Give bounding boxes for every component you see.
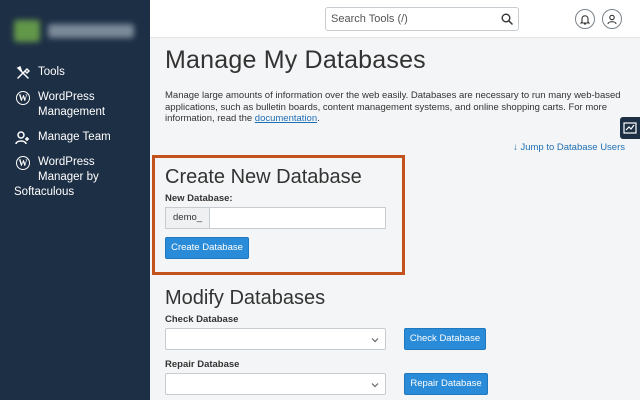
team-icon [14,130,32,146]
sidebar-item-label-extra[interactable]: Softaculous [14,186,74,198]
check-database-button[interactable]: Check Database [404,328,486,350]
repair-database-select[interactable] [165,373,386,395]
sidebar-item-tools[interactable]: Tools [14,65,138,81]
create-database-button[interactable]: Create Database [165,237,249,259]
arrow-down-icon: ↓ [513,142,518,153]
check-database-select[interactable] [165,328,386,350]
sidebar: Tools W WordPress Management Manage Team… [0,0,150,400]
search-box[interactable] [325,7,519,31]
documentation-link[interactable]: documentation [255,113,317,124]
sidebar-item-wordpress-manager[interactable]: W WordPress Manager by [14,155,133,185]
sidebar-item-manage-team[interactable]: Manage Team [14,130,138,146]
new-database-field: demo_ [165,207,386,229]
wordpress-icon: W [14,90,32,106]
chart-icon [623,122,637,134]
new-database-label: New Database: [165,193,233,204]
modify-databases-heading: Modify Databases [165,287,326,309]
database-prefix: demo_ [166,208,210,228]
top-bar [150,0,640,38]
search-input[interactable] [331,9,496,29]
sidebar-item-label: WordPress Manager by [38,156,99,183]
repair-database-button[interactable]: Repair Database [404,373,488,395]
chevron-down-icon [371,383,379,388]
user-icon [607,14,617,24]
sidebar-item-wordpress-management[interactable]: W WordPress Management [14,90,138,120]
wordpress-icon: W [14,155,32,171]
new-database-input[interactable] [210,208,385,228]
sidebar-item-label: WordPress Management [38,91,106,118]
sidebar-item-label: Tools [38,66,65,78]
create-database-heading: Create New Database [165,166,362,188]
page-description: Manage large amounts of information over… [165,90,621,124]
bell-icon [580,14,590,25]
jump-to-database-users-link[interactable]: ↓ Jump to Database Users [513,142,625,153]
brand-logo[interactable] [14,18,136,44]
sidebar-item-label: Manage Team [38,131,111,143]
tools-icon [14,65,32,81]
repair-database-label: Repair Database [165,359,240,370]
notifications-button[interactable] [575,9,595,29]
stats-panel-tab[interactable] [620,117,640,139]
page-title: Manage My Databases [165,46,426,74]
check-database-label: Check Database [165,314,239,325]
chevron-down-icon [371,338,379,343]
search-icon[interactable] [501,13,513,25]
user-menu-button[interactable] [602,9,622,29]
